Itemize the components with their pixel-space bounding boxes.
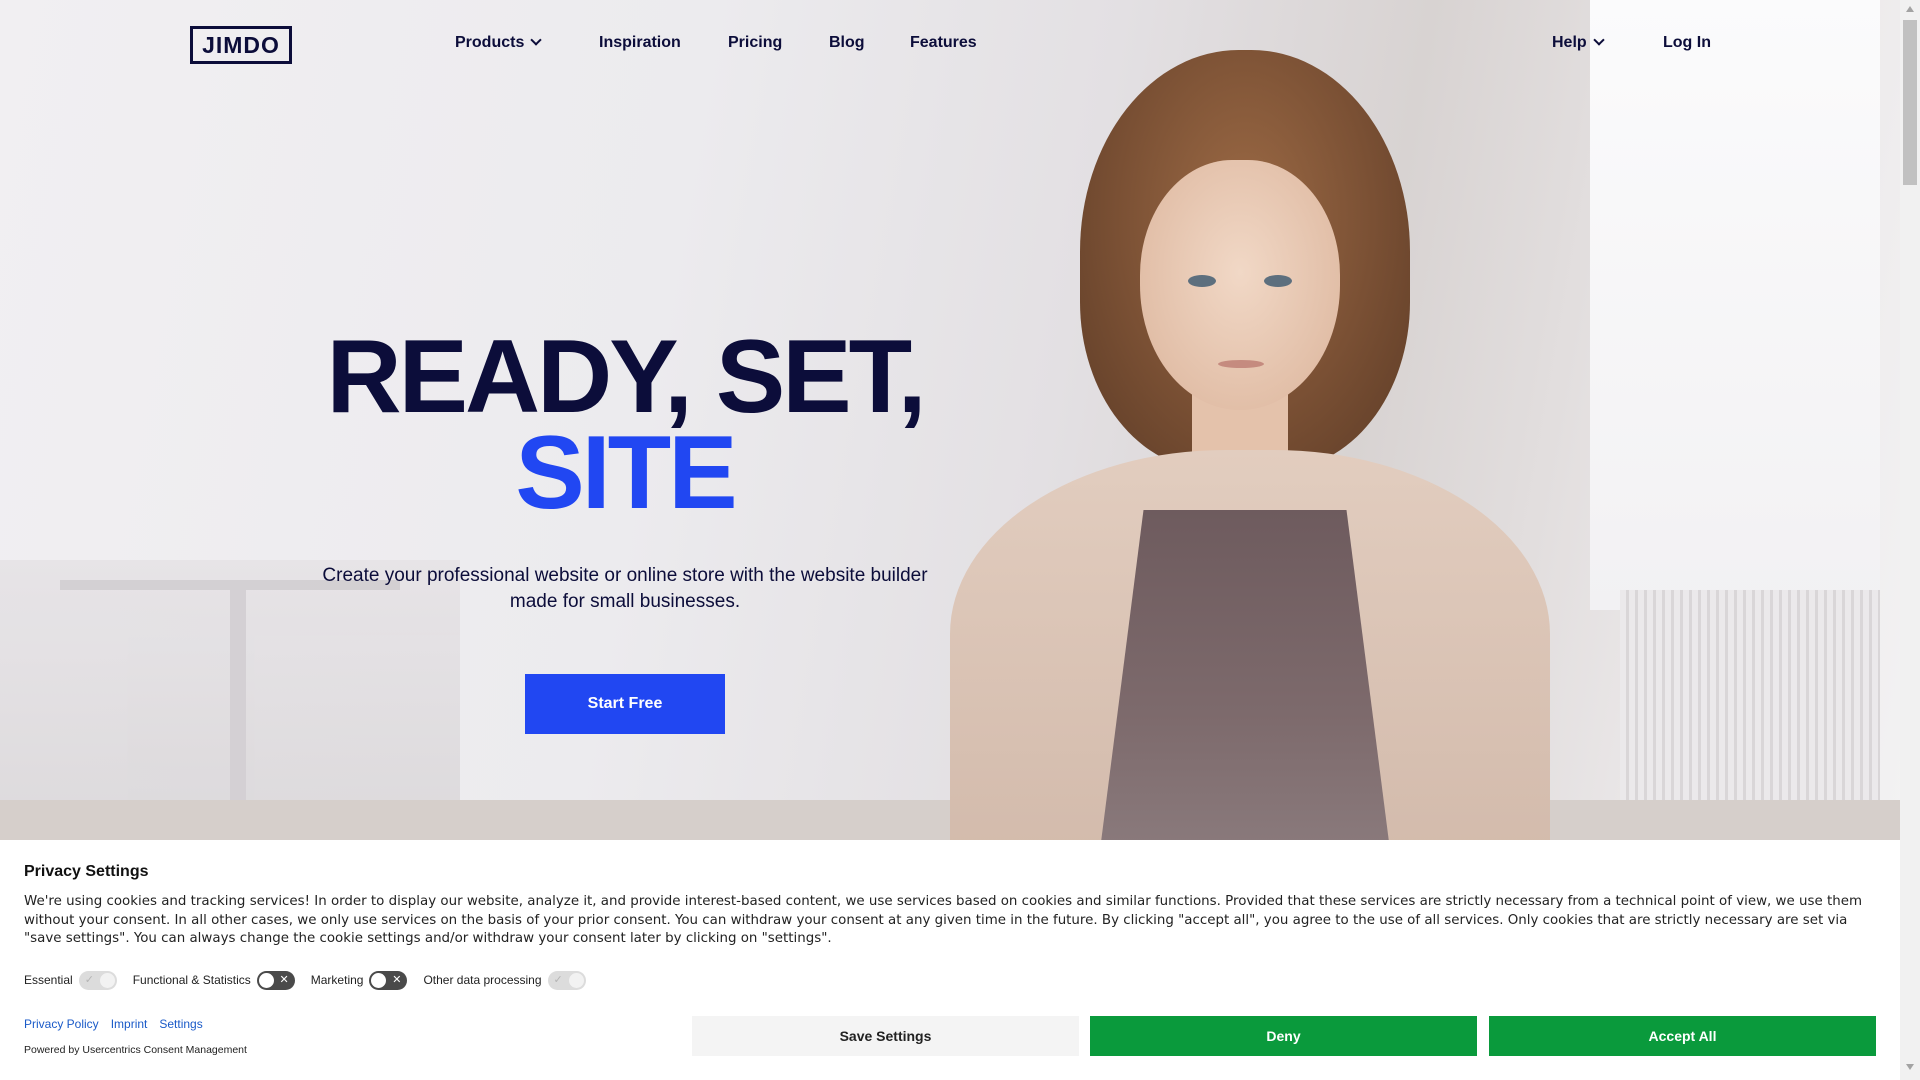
powered-by-text: Powered by Usercentrics Consent Manageme… <box>24 1044 247 1056</box>
hero-section <box>0 0 1900 840</box>
nav-item-features[interactable]: Features <box>910 34 977 52</box>
top-navigation: JIMDO Products Inspiration Pricing Blog … <box>0 0 1900 90</box>
scroll-down-arrow-icon[interactable] <box>1906 1064 1914 1070</box>
consent-links: Privacy Policy Imprint Settings <box>24 1017 215 1031</box>
toggle-label: Functional & Statistics <box>132 973 251 987</box>
functional-statistics-switch[interactable]: ✕ <box>256 970 295 990</box>
left-eye <box>1188 275 1216 287</box>
nav-item-label: Features <box>910 34 977 51</box>
chevron-down-icon <box>1593 34 1605 46</box>
nav-item-blog[interactable]: Blog <box>829 34 865 52</box>
privacy-policy-link[interactable]: Privacy Policy <box>24 1017 99 1031</box>
hero-photo-woman <box>930 40 1570 840</box>
marketing-switch[interactable]: ✕ <box>369 970 408 990</box>
nav-item-label: Blog <box>829 34 865 51</box>
login-label: Log In <box>1663 34 1711 51</box>
toggle-other-data-processing: Other data processing ✓ <box>423 970 586 990</box>
toggle-functional-statistics: Functional & Statistics ✕ <box>132 970 295 990</box>
close-icon: ✕ <box>279 973 289 986</box>
face <box>1140 160 1340 410</box>
other-data-processing-switch: ✓ <box>547 970 586 990</box>
background-radiator <box>1620 590 1880 820</box>
deny-button[interactable]: Deny <box>1090 1016 1477 1056</box>
toggle-marketing: Marketing ✕ <box>310 970 408 990</box>
check-icon: ✓ <box>84 973 94 986</box>
nav-item-products[interactable]: Products <box>455 34 543 52</box>
privacy-consent-banner: Privacy Settings We're using cookies and… <box>0 840 1900 1080</box>
page-scrollbar[interactable] <box>1900 0 1920 1080</box>
chevron-down-icon <box>530 34 543 46</box>
apron <box>1100 510 1390 840</box>
nav-item-label: Pricing <box>728 34 783 51</box>
consent-title: Privacy Settings <box>24 863 149 880</box>
check-icon: ✓ <box>553 973 563 986</box>
scroll-up-arrow-icon[interactable] <box>1906 6 1914 12</box>
toggle-label: Other data processing <box>423 973 542 987</box>
accept-all-button[interactable]: Accept All <box>1489 1016 1876 1056</box>
mouth <box>1218 360 1264 368</box>
login-link[interactable]: Log In <box>1663 34 1711 52</box>
imprint-link[interactable]: Imprint <box>111 1017 148 1031</box>
nav-item-label: Inspiration <box>599 34 681 51</box>
consent-description: We're using cookies and tracking service… <box>24 894 1862 946</box>
essential-switch: ✓ <box>78 970 117 990</box>
close-icon: ✕ <box>392 973 402 986</box>
jimdo-logo[interactable]: JIMDO <box>190 26 292 64</box>
nav-item-inspiration[interactable]: Inspiration <box>599 34 681 52</box>
save-settings-button[interactable]: Save Settings <box>692 1016 1079 1056</box>
toggle-label: Marketing <box>310 973 364 987</box>
nav-item-label: Help <box>1552 34 1587 51</box>
start-free-button[interactable]: Start Free <box>525 674 725 734</box>
toggle-label: Essential <box>24 973 73 987</box>
right-eye <box>1264 275 1292 287</box>
hero-subtitle: Create your professional website or onli… <box>322 565 928 612</box>
hero-headline: READY, SET, SITE <box>300 325 950 525</box>
nav-item-help[interactable]: Help <box>1552 34 1605 52</box>
settings-link[interactable]: Settings <box>159 1017 202 1031</box>
background-window <box>1590 0 1880 610</box>
scrollbar-thumb[interactable] <box>1903 20 1917 185</box>
nav-item-label: Products <box>455 34 525 51</box>
nav-item-pricing[interactable]: Pricing <box>728 34 782 52</box>
consent-toggles: Essential ✓ Functional & Statistics ✕ Ma… <box>24 969 602 991</box>
headline-line-1: READY, SET, <box>326 319 927 435</box>
headline-line-2: SITE <box>515 415 737 531</box>
toggle-essential: Essential ✓ <box>24 970 117 990</box>
